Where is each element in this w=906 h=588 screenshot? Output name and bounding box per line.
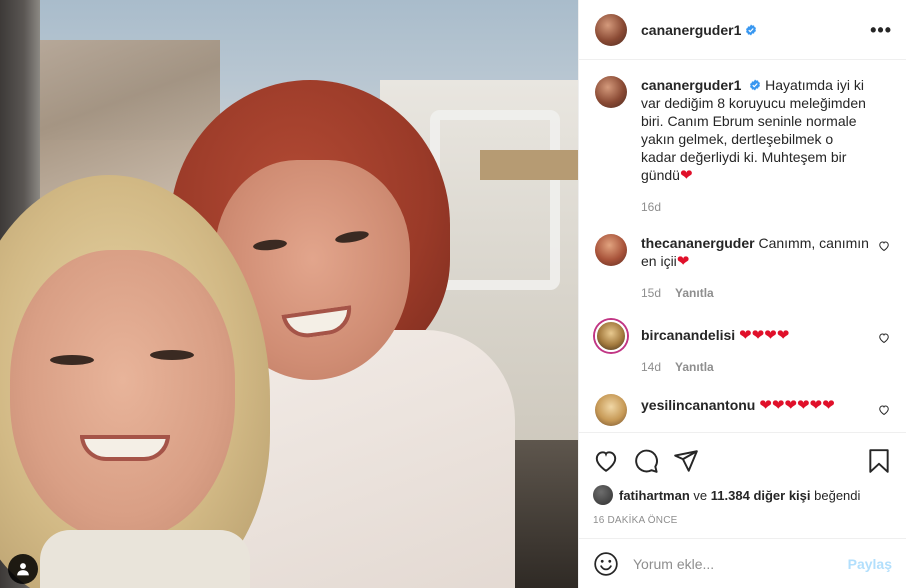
heart-emoji: ❤	[679, 167, 693, 184]
heart-emoji: ❤❤❤❤❤❤	[759, 397, 835, 414]
comment-username[interactable]: bircanandelisi	[641, 327, 735, 343]
avatar[interactable]	[595, 76, 627, 108]
caption-age[interactable]: 16d	[641, 198, 661, 216]
comment-composer: Paylaş	[579, 538, 906, 588]
reply-button[interactable]: Yanıtla	[675, 358, 714, 376]
tagged-users-button[interactable]	[8, 554, 38, 584]
likes-username[interactable]: fatihartman	[619, 488, 690, 503]
photo-eye	[252, 238, 288, 252]
heart-emoji: ❤❤❤❤	[739, 327, 790, 344]
like-heart-icon[interactable]	[593, 448, 619, 474]
like-comment-heart-icon[interactable]	[878, 332, 890, 344]
photo-person-left-shirt	[40, 530, 250, 588]
verified-badge-icon	[750, 79, 761, 91]
photo-person-left-face	[10, 250, 235, 540]
post-timestamp[interactable]: 16 DAKİKA ÖNCE	[593, 515, 892, 538]
post-header: cananerguder1 •••	[579, 0, 906, 60]
comment-item: thecananerguder Canımm, canımın en içii❤…	[595, 234, 890, 302]
comment-input[interactable]	[633, 555, 848, 572]
avatar[interactable]	[595, 13, 627, 46]
photo-smile	[80, 435, 170, 461]
save-bookmark-icon[interactable]	[866, 448, 892, 474]
comment-age[interactable]: 14d	[641, 358, 661, 376]
comment-item: bircanandelisi ❤❤❤❤ 14d Yanıtla	[595, 320, 890, 376]
verified-badge-icon	[746, 24, 757, 35]
comment-username[interactable]: yesilincanantonu	[641, 397, 755, 413]
avatar[interactable]	[593, 485, 613, 505]
likes-summary: fatihartman ve 11.384 diğer kişi beğendi	[593, 485, 892, 505]
likes-count[interactable]: 11.384 diğer kişi	[711, 488, 811, 503]
photo-smile	[281, 305, 355, 341]
share-paper-plane-icon[interactable]	[673, 448, 699, 474]
photo-eye	[334, 229, 370, 245]
emoji-smile-icon[interactable]	[593, 551, 619, 577]
photo-eye	[150, 350, 194, 360]
comment-bubble-icon[interactable]	[633, 448, 659, 474]
avatar[interactable]	[595, 394, 627, 426]
avatar[interactable]	[595, 234, 627, 266]
post-photo[interactable]	[0, 0, 578, 588]
caption: cananerguder1 Hayatımda iyi ki var dediğ…	[595, 76, 890, 216]
post-actions: fatihartman ve 11.384 diğer kişi beğendi…	[579, 432, 906, 538]
comment-item: yesilincanantonu ❤❤❤❤❤❤	[595, 394, 890, 426]
caption-username[interactable]: cananerguder1	[641, 77, 741, 93]
user-icon	[17, 563, 29, 576]
post-comment-button[interactable]: Paylaş	[848, 556, 892, 572]
more-options-button[interactable]: •••	[870, 21, 892, 39]
comment-username[interactable]: thecananerguder	[641, 235, 755, 251]
comment-age[interactable]: 15d	[641, 284, 661, 302]
avatar[interactable]	[595, 320, 627, 352]
post-side-panel: cananerguder1 ••• cananerguder1 Hayatımd…	[578, 0, 906, 588]
post-modal: cananerguder1 ••• cananerguder1 Hayatımd…	[0, 0, 906, 588]
post-username[interactable]: cananerguder1	[641, 22, 741, 38]
like-comment-heart-icon[interactable]	[878, 404, 890, 416]
like-comment-heart-icon[interactable]	[878, 240, 890, 252]
likes-connector: ve	[693, 487, 708, 503]
photo-eye	[50, 355, 94, 365]
reply-button[interactable]: Yanıtla	[675, 284, 714, 302]
heart-emoji: ❤	[676, 253, 690, 270]
photo-table	[480, 150, 578, 180]
comments-list: cananerguder1 Hayatımda iyi ki var dediğ…	[579, 60, 906, 432]
likes-suffix: beğendi	[814, 487, 861, 503]
